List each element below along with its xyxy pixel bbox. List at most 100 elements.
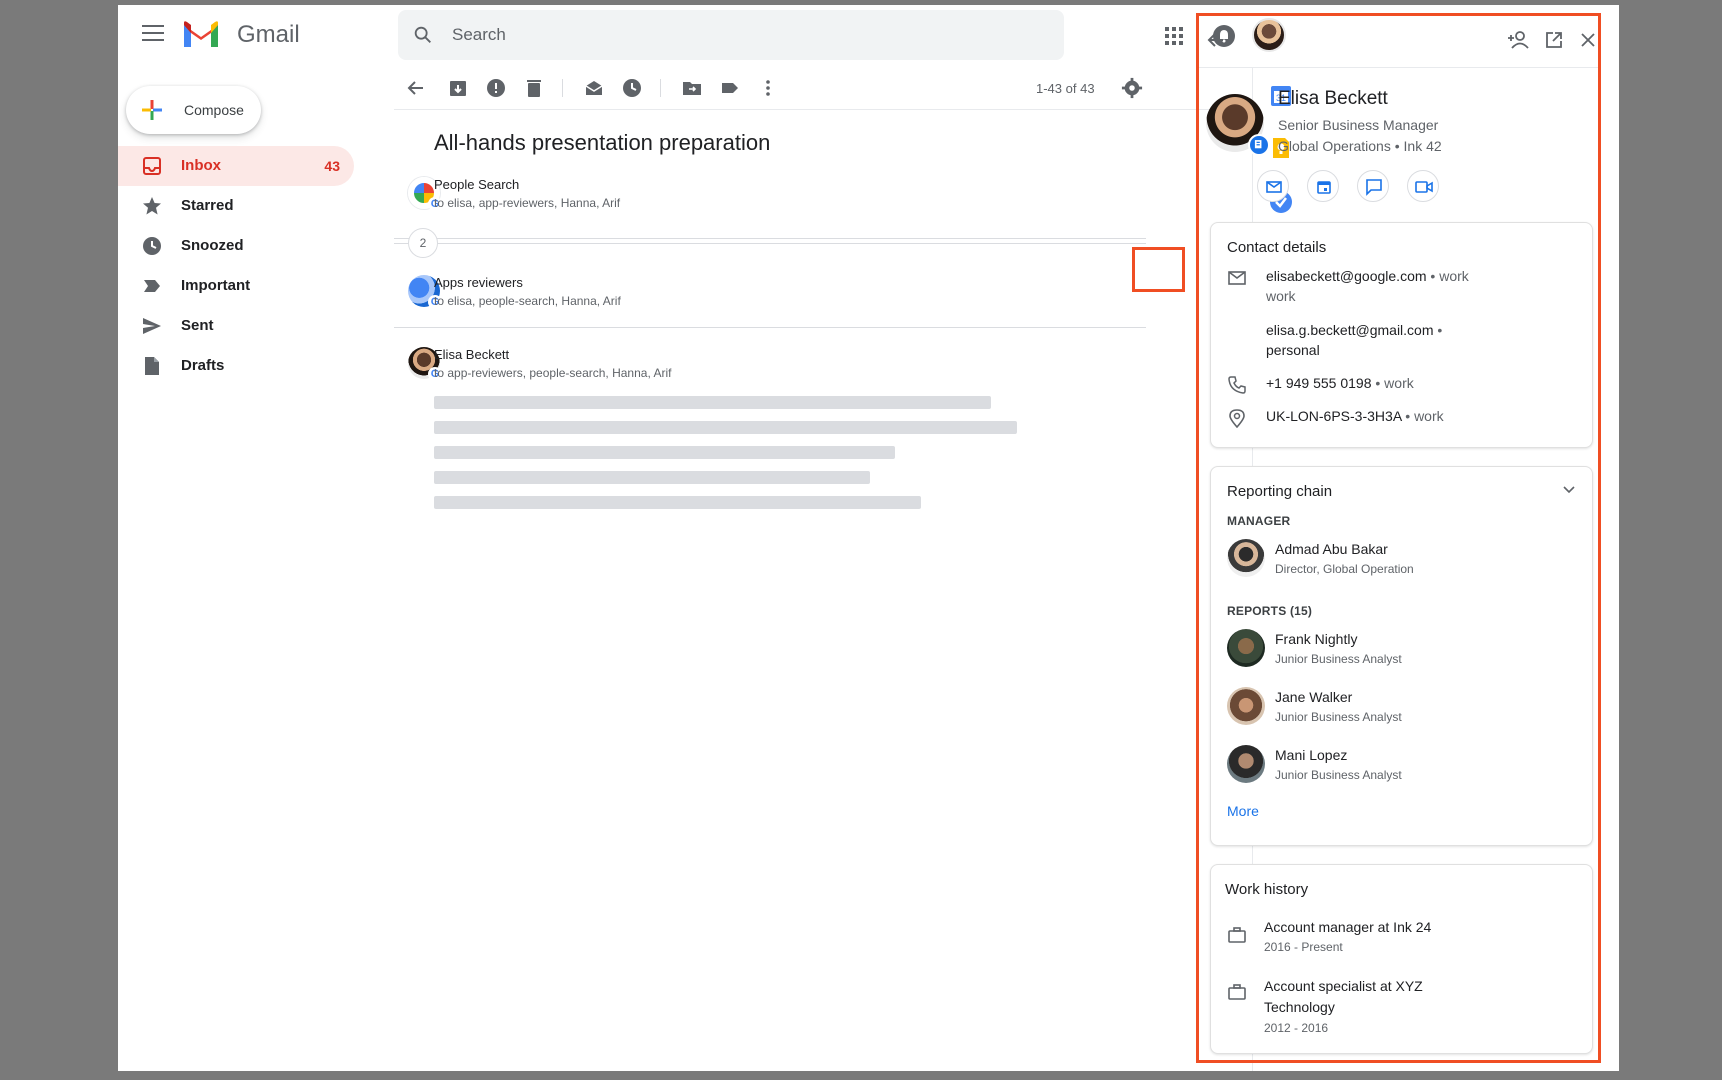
- work-history-title-cont: Technology: [1264, 999, 1335, 1015]
- toolbar-divider: [562, 79, 563, 97]
- more-reports-link[interactable]: More: [1227, 803, 1259, 819]
- email-work-value: elisabeckett@google.com: [1266, 268, 1427, 284]
- message-recipients: to elisa, app-reviewers, Hanna, Arif: [434, 196, 621, 210]
- move-to-icon[interactable]: [682, 78, 702, 98]
- sidebar-item-label: Important: [181, 277, 251, 294]
- contact-panel-header: [1199, 16, 1598, 68]
- report-name[interactable]: Frank Nightly: [1275, 631, 1357, 647]
- email-work-row[interactable]: elisabeckett@google.com • work: [1266, 268, 1469, 284]
- inbox-icon: [143, 157, 161, 175]
- contact-name: Elisa Beckett: [1278, 88, 1388, 109]
- unread-count: 43: [324, 158, 340, 174]
- add-contact-icon[interactable]: [1507, 30, 1529, 50]
- contact-job-title: Senior Business Manager: [1278, 117, 1439, 133]
- location-row[interactable]: UK-LON-6PS-3-3H3A • work: [1266, 408, 1444, 424]
- send-email-button[interactable]: [1257, 170, 1289, 202]
- report-role: Junior Business Analyst: [1275, 710, 1402, 724]
- more-vert-icon[interactable]: [758, 78, 778, 98]
- report-spam-icon[interactable]: [486, 78, 506, 98]
- label-icon[interactable]: [720, 78, 740, 98]
- snooze-icon[interactable]: [622, 78, 642, 98]
- email-personal-row[interactable]: elisa.g.beckett@gmail.com •: [1266, 322, 1442, 338]
- manager-name[interactable]: Admad Abu Bakar: [1275, 541, 1388, 557]
- chat-icon: [1366, 179, 1382, 196]
- briefcase-icon: [1228, 927, 1246, 943]
- sidebar-item-sent[interactable]: Sent: [118, 306, 354, 346]
- card-title: Work history: [1225, 881, 1309, 898]
- location-pin-icon: [1229, 409, 1245, 428]
- message-body-placeholder: [434, 471, 870, 484]
- sidebar-item-label: Snoozed: [181, 237, 244, 254]
- close-icon[interactable]: [1580, 32, 1596, 48]
- message-body-placeholder: [434, 446, 895, 459]
- search-input[interactable]: [452, 10, 1042, 60]
- settings-gear-icon[interactable]: [1121, 77, 1143, 99]
- compose-button[interactable]: Compose: [126, 86, 261, 134]
- card-title: Contact details: [1227, 239, 1327, 256]
- sidebar-item-snoozed[interactable]: Snoozed: [118, 226, 354, 266]
- delete-icon[interactable]: [524, 78, 544, 98]
- mail-icon: [1266, 181, 1282, 193]
- message-toolbar: 1-43 of 43: [394, 68, 1232, 110]
- clock-icon: [143, 237, 161, 255]
- phone-value: +1 949 555 0198: [1266, 375, 1372, 391]
- search-icon[interactable]: [412, 24, 434, 46]
- report-avatar[interactable]: [1227, 629, 1265, 667]
- back-arrow-icon[interactable]: [406, 78, 426, 98]
- sidebar-item-important[interactable]: Important: [118, 266, 354, 306]
- collapsed-count-button[interactable]: 2: [408, 228, 438, 258]
- report-avatar[interactable]: [1227, 745, 1265, 783]
- chevron-down-icon[interactable]: [1562, 483, 1576, 497]
- report-name[interactable]: Mani Lopez: [1275, 747, 1347, 763]
- location-value: UK-LON-6PS-3-3H3A: [1266, 408, 1402, 424]
- phone-row[interactable]: +1 949 555 0198 • work: [1266, 375, 1414, 391]
- back-arrow-icon[interactable]: [1206, 30, 1226, 50]
- message-body-placeholder: [434, 496, 921, 509]
- report-name[interactable]: Jane Walker: [1275, 689, 1352, 705]
- chat-button[interactable]: [1357, 170, 1389, 202]
- thread-message[interactable]: G People Search to elisa, app-reviewers,…: [394, 172, 1232, 232]
- app-name: Gmail: [237, 21, 300, 48]
- schedule-event-button[interactable]: [1307, 170, 1339, 202]
- directory-badge-icon: [1248, 134, 1270, 156]
- thread-message[interactable]: G Apps reviewers to elisa, people-search…: [394, 270, 1232, 330]
- contact-panel: Elisa Beckett Senior Business Manager Gl…: [1199, 16, 1598, 1060]
- send-icon: [143, 318, 161, 334]
- apps-grid-icon[interactable]: [1164, 26, 1184, 46]
- video-call-button[interactable]: [1407, 170, 1439, 202]
- sidebar-item-drafts[interactable]: Drafts: [118, 346, 354, 386]
- thread-message-expanded[interactable]: G Elisa Beckett to app-reviewers, people…: [394, 347, 1232, 527]
- phone-icon: [1228, 376, 1246, 394]
- star-icon: [143, 197, 161, 215]
- email-work-type: • work: [1426, 268, 1469, 284]
- work-history-years: 2016 - Present: [1264, 940, 1343, 954]
- sidebar-item-label: Sent: [181, 317, 214, 334]
- email-icon: [1228, 271, 1246, 285]
- sidebar-item-label: Inbox: [181, 157, 221, 174]
- message-recipients: to app-reviewers, people-search, Hanna, …: [434, 366, 672, 380]
- sidebar-item-label: Drafts: [181, 357, 225, 374]
- manager-avatar[interactable]: [1227, 539, 1265, 577]
- report-avatar[interactable]: [1227, 687, 1265, 725]
- email-personal-type: •: [1433, 322, 1443, 338]
- mark-unread-icon[interactable]: [584, 78, 604, 98]
- contact-department: Global Operations • Ink 42: [1278, 138, 1442, 154]
- message-sender: People Search: [434, 177, 520, 192]
- message-recipients: to elisa, people-search, Hanna, Arif: [434, 294, 621, 308]
- sidebar-item-starred[interactable]: Starred: [118, 186, 354, 226]
- sidebar-item-inbox[interactable]: Inbox 43: [118, 146, 354, 186]
- contacts-highlight-box: [1132, 247, 1185, 292]
- important-icon: [144, 280, 160, 292]
- card-title: Reporting chain: [1227, 483, 1333, 500]
- plus-icon: [142, 100, 162, 120]
- message-body-placeholder: [434, 396, 991, 409]
- search-bar[interactable]: [398, 10, 1064, 60]
- work-history-title: Account manager at Ink 24: [1264, 919, 1432, 935]
- main-menu-button[interactable]: [142, 25, 164, 43]
- open-in-new-icon[interactable]: [1544, 30, 1564, 50]
- archive-icon[interactable]: [448, 78, 468, 98]
- toolbar-divider: [660, 79, 661, 97]
- reports-heading: REPORTS (15): [1227, 604, 1313, 618]
- collapsed-messages-line: [394, 238, 1146, 244]
- video-camera-icon: [1415, 181, 1433, 193]
